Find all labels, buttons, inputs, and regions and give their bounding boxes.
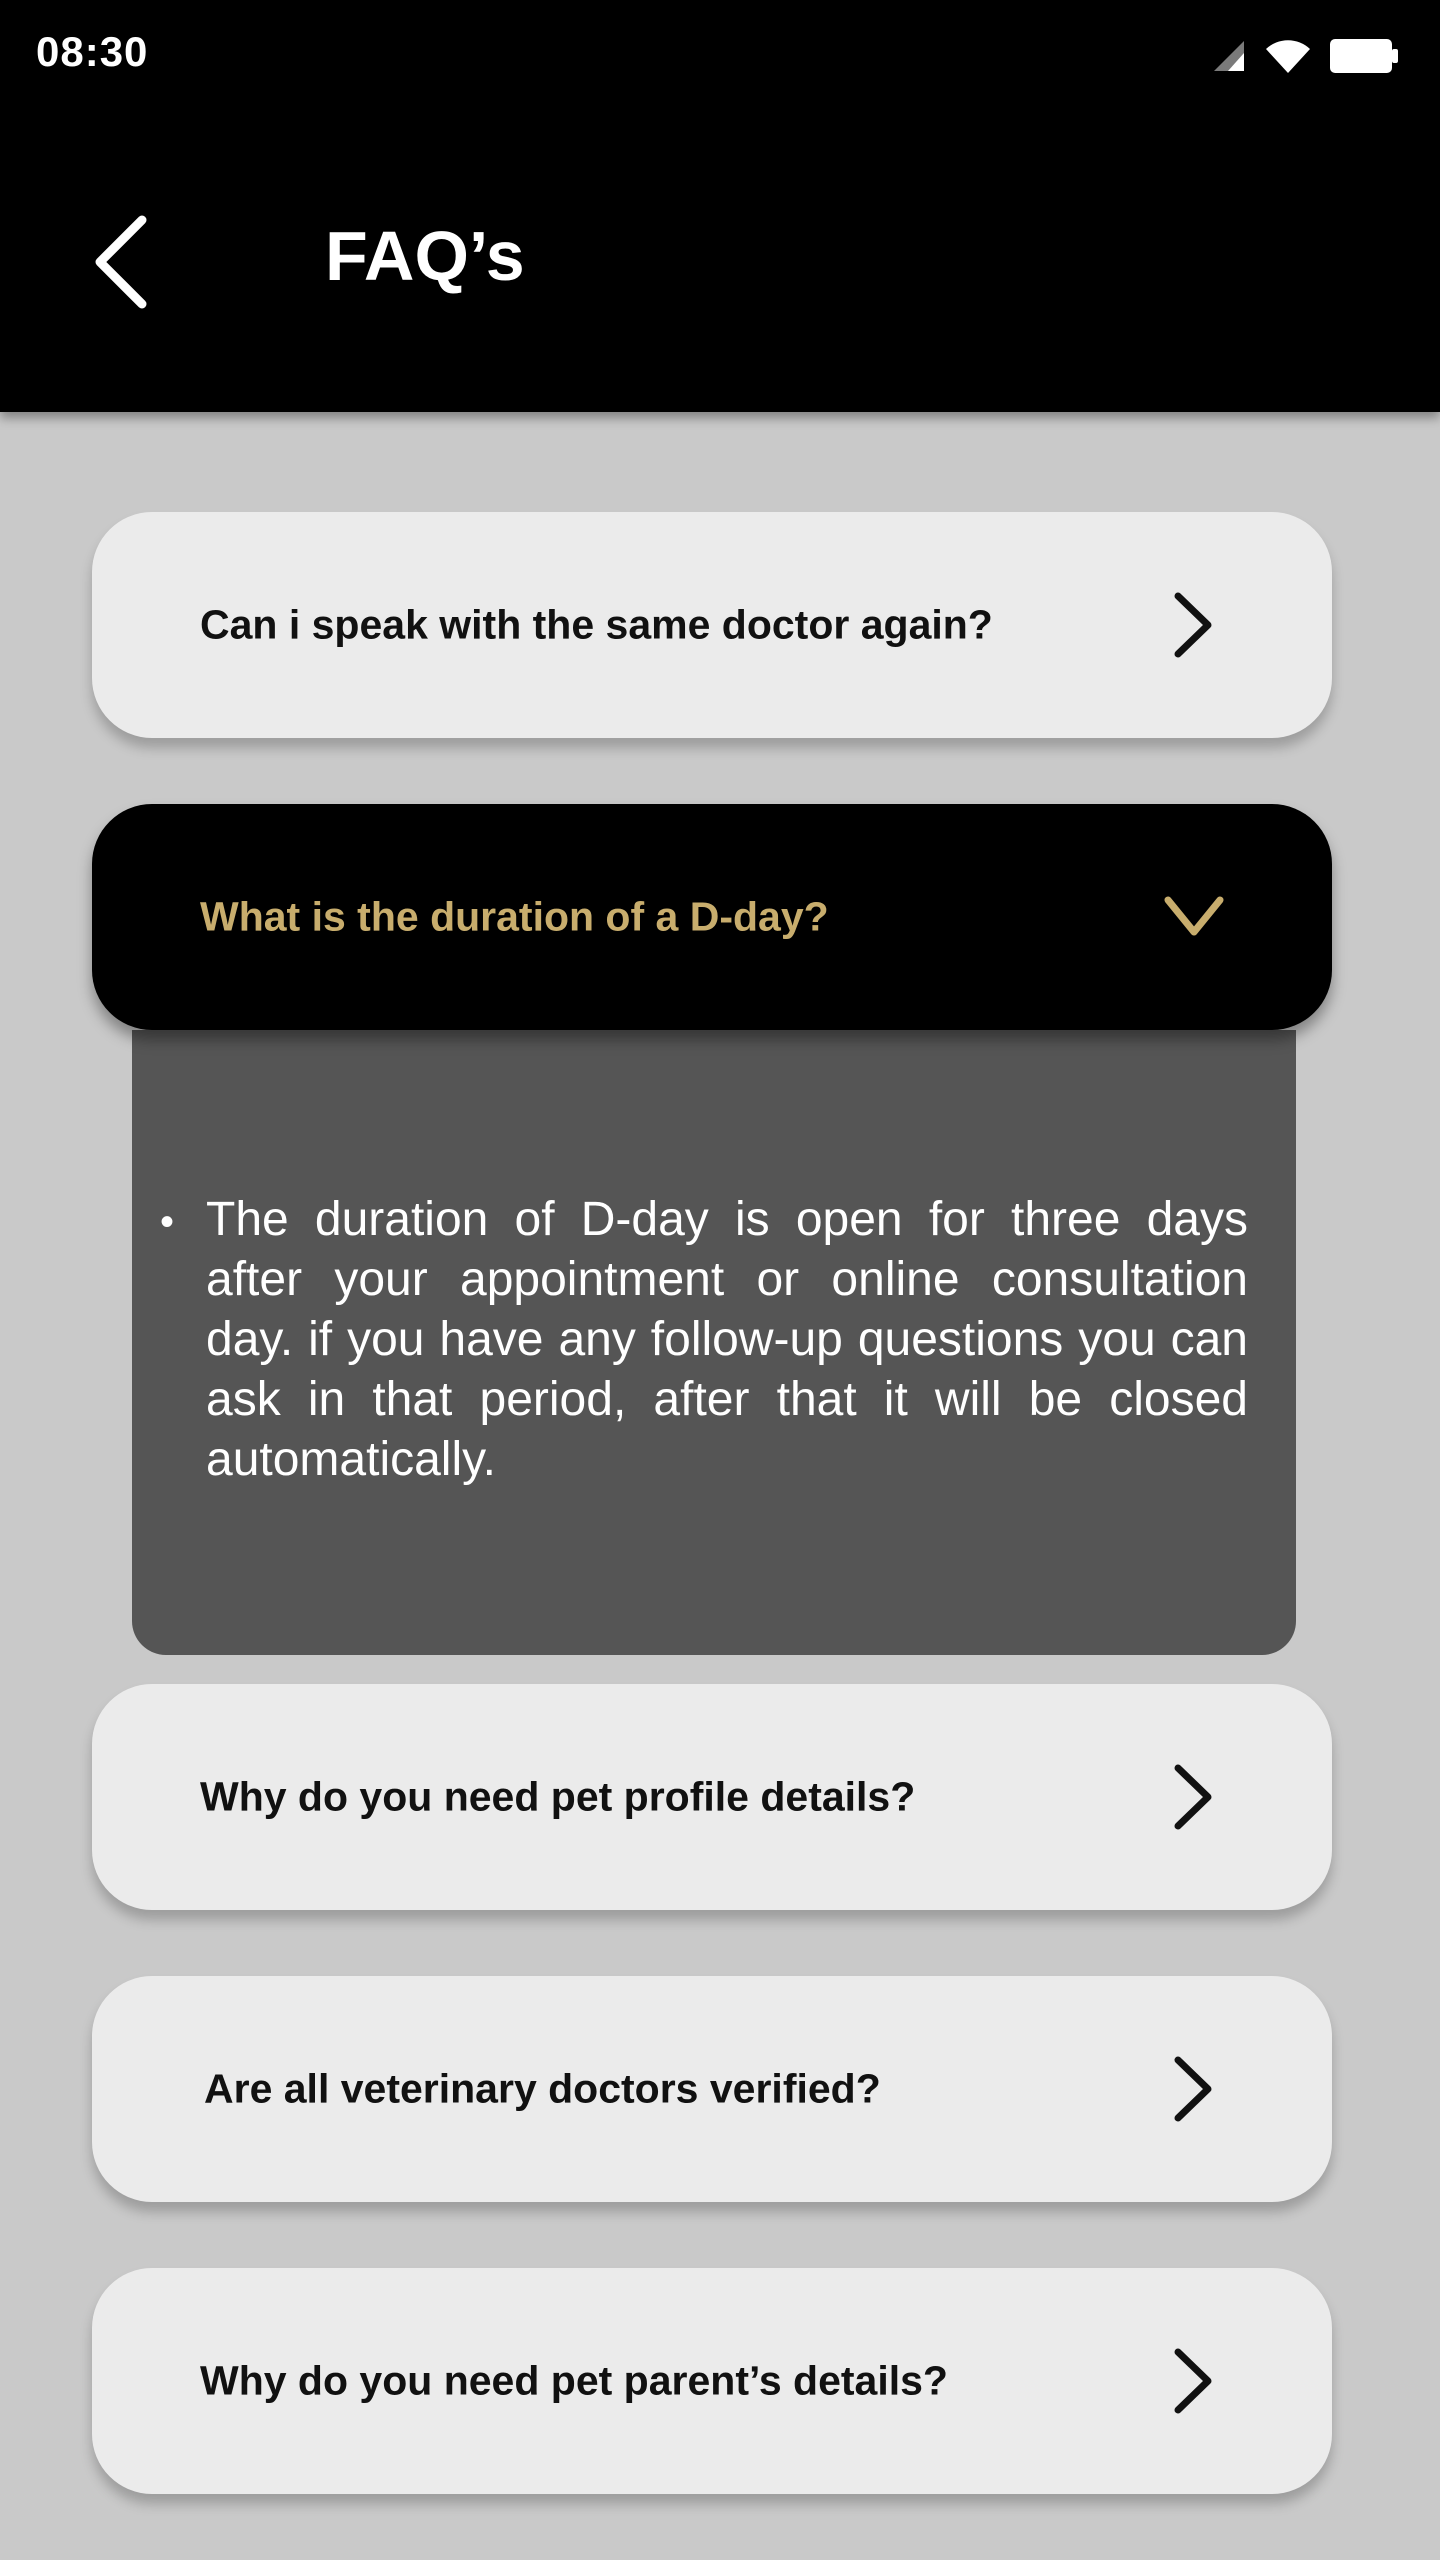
signal-icon [1214,41,1244,71]
page-title: FAQ’s [325,217,525,295]
battery-icon [1330,39,1398,73]
chevron-down-icon [1164,896,1224,936]
faq-question: Can i speak with the same doctor again? [200,601,993,648]
faq-answer-panel: • The duration of D-day is open for thre… [132,1030,1296,1655]
chevron-left-icon[interactable] [88,212,158,312]
faq-item-same-doctor[interactable]: Can i speak with the same doctor again? [92,512,1332,738]
status-icons [1210,36,1400,76]
wifi-icon [1266,40,1310,73]
faq-question: Are all veterinary doctors verified? [204,2065,881,2112]
bullet: • [160,1200,175,1244]
chevron-right-icon [1174,592,1212,658]
faq-question: Why do you need pet parent’s details? [200,2357,948,2404]
faq-item-pet-profile[interactable]: Why do you need pet profile details? [92,1684,1332,1910]
faq-question: What is the duration of a D-day? [200,893,829,940]
app-bar: FAQ’s [0,112,1440,412]
faq-question: Why do you need pet profile details? [200,1773,916,1820]
faq-item-doctors-verified[interactable]: Are all veterinary doctors verified? [92,1976,1332,2202]
chevron-right-icon [1174,1764,1212,1830]
status-time: 08:30 [36,28,149,75]
faq-answer-text: The duration of D-day is open for three … [206,1193,1248,1486]
status-bar: 08:30 [0,0,1440,112]
faq-item-pet-parent[interactable]: Why do you need pet parent’s details? [92,2268,1332,2494]
chevron-right-icon [1174,2348,1212,2414]
chevron-right-icon [1174,2056,1212,2122]
faq-item-d-day-duration[interactable]: What is the duration of a D-day? [92,804,1332,1030]
